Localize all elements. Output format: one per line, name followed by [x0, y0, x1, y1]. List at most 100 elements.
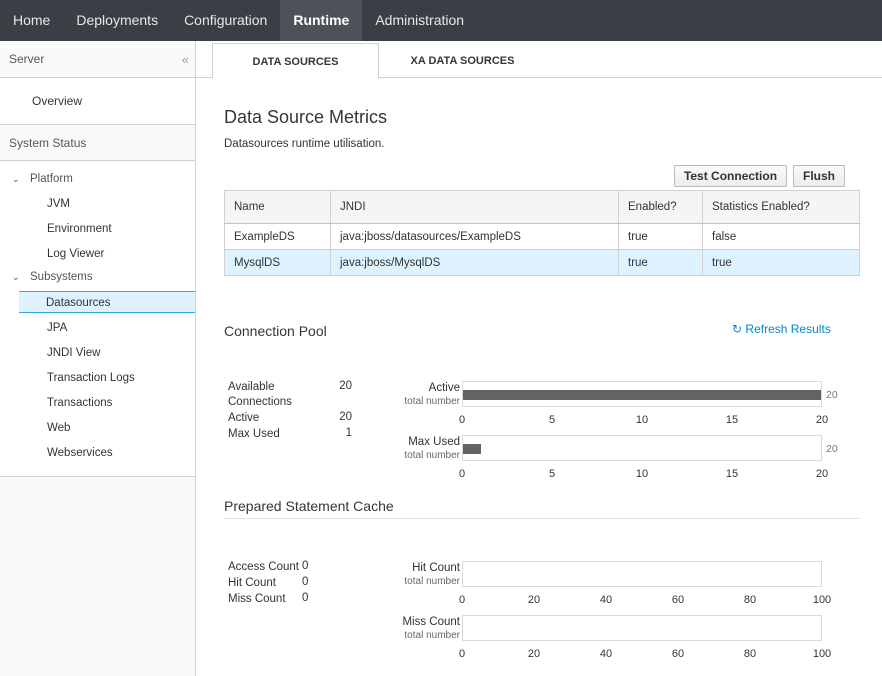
axis-tick-label: 5: [548, 468, 556, 480]
chevron-down-icon[interactable]: ⌄: [12, 266, 22, 288]
cell-name: MysqlDS: [224, 249, 331, 276]
column-header-name[interactable]: Name: [224, 190, 331, 224]
sidebar-item-web[interactable]: Web: [47, 417, 70, 439]
bar-active-max: 20: [826, 389, 838, 401]
axis-tick-label: 10: [635, 468, 649, 480]
bar-miss-count-label: Miss Count: [402, 616, 460, 628]
column-header-enabled[interactable]: Enabled?: [618, 190, 703, 224]
column-header-jndi[interactable]: JNDI: [330, 190, 619, 224]
bar-max-used-label: Max Used: [408, 436, 460, 448]
sidebar-item-transactions[interactable]: Transactions: [47, 392, 112, 414]
axis-tick-label: 20: [815, 468, 829, 480]
column-header-statistics-enabled[interactable]: Statistics Enabled?: [702, 190, 860, 224]
datasources-table: Name JNDI Enabled? Statistics Enabled? E…: [224, 190, 860, 276]
axis-tick-label: 100: [812, 594, 832, 606]
chevron-down-icon[interactable]: ⌄: [12, 168, 22, 190]
stat-active-value: 20: [339, 411, 352, 423]
bar-max-used-fill: [463, 444, 481, 454]
cell-statistics-enabled: true: [702, 249, 860, 276]
axis-tick-label: 15: [725, 414, 739, 426]
refresh-results-label: Refresh Results: [745, 322, 831, 336]
bar-active-fill: [463, 390, 821, 400]
tab-data-sources[interactable]: DATA SOURCES: [212, 43, 379, 79]
sidebar-item-transaction-logs[interactable]: Transaction Logs: [47, 367, 135, 389]
connection-pool-title: Connection Pool: [224, 323, 327, 339]
axis-tick-label: 20: [815, 414, 829, 426]
sidebar-item-jndi-view[interactable]: JNDI View: [47, 342, 100, 364]
prepared-statement-cache-title: Prepared Statement Cache: [224, 498, 394, 514]
page-subtitle: Datasources runtime utilisation.: [224, 138, 385, 150]
axis-tick-label: 60: [671, 594, 685, 606]
bar-max-used-track: [462, 435, 822, 461]
table-header-row: Name JNDI Enabled? Statistics Enabled?: [224, 190, 860, 224]
sidebar-section-system-status: System Status: [0, 125, 195, 161]
table-row[interactable]: ExampleDS java:jboss/datasources/Example…: [224, 223, 860, 250]
refresh-icon: ↻: [732, 322, 743, 336]
stat-available-connections-value: 20: [339, 380, 352, 392]
nav-administration[interactable]: Administration: [362, 0, 477, 41]
sidebar-item-jvm[interactable]: JVM: [47, 193, 70, 215]
stat-access-count-value: 0: [302, 560, 309, 572]
axis-tick-label: 20: [527, 648, 541, 660]
sidebar-item-environment[interactable]: Environment: [47, 218, 112, 240]
nav-deployments[interactable]: Deployments: [63, 0, 171, 41]
stat-max-used-value: 1: [345, 427, 352, 439]
bar-hit-count-sublabel: total number: [404, 576, 460, 587]
flush-button[interactable]: Flush: [793, 165, 845, 187]
bar-active-sublabel: total number: [404, 396, 460, 407]
main-content: DATA SOURCES XA DATA SOURCES Data Source…: [196, 41, 882, 676]
tree-group-platform[interactable]: ⌄ Platform: [12, 168, 73, 190]
stat-access-count-label: Access Count: [228, 561, 299, 573]
cell-jndi: java:jboss/MysqlDS: [330, 249, 619, 276]
double-chevron-left-icon[interactable]: «: [182, 41, 189, 78]
nav-configuration[interactable]: Configuration: [171, 0, 280, 41]
cell-name: ExampleDS: [224, 223, 331, 250]
bar-active-track: [462, 381, 822, 407]
axis-tick-label: 40: [599, 594, 613, 606]
sidebar-item-datasources[interactable]: Datasources: [19, 291, 195, 313]
tree-group-label: Subsystems: [30, 271, 93, 283]
sidebar-item-jpa[interactable]: JPA: [47, 317, 67, 339]
refresh-results-link[interactable]: ↻ Refresh Results: [732, 322, 831, 336]
axis-tick-label: 5: [548, 414, 556, 426]
cell-jndi: java:jboss/datasources/ExampleDS: [330, 223, 619, 250]
axis-tick-label: 100: [812, 648, 832, 660]
section-divider: [224, 518, 860, 519]
bar-active-label: Active: [428, 382, 460, 394]
sidebar-tree: ⌄ Platform JVM Environment Log Viewer ⌄ …: [0, 161, 195, 477]
sidebar-item-overview[interactable]: Overview: [0, 78, 195, 125]
sidebar-header-label: Server: [9, 52, 45, 66]
axis-tick-label: 80: [743, 648, 757, 660]
stat-available-connections-label: Available Connections: [228, 381, 292, 408]
axis-tick-label: 15: [725, 468, 739, 480]
cell-enabled: true: [618, 223, 703, 250]
axis-tick-label: 40: [599, 648, 613, 660]
bar-max-used-sublabel: total number: [404, 450, 460, 461]
nav-home[interactable]: Home: [0, 0, 63, 41]
bar-miss-count-track: [462, 615, 822, 641]
cell-statistics-enabled: false: [702, 223, 860, 250]
sidebar-header: Server «: [0, 41, 195, 78]
top-nav: Home Deployments Configuration Runtime A…: [0, 0, 882, 41]
bar-hit-count-track: [462, 561, 822, 587]
stat-hit-count-label: Hit Count: [228, 577, 276, 589]
axis-tick-label: 60: [671, 648, 685, 660]
bar-miss-count-sublabel: total number: [404, 630, 460, 641]
bar-hit-count-label: Hit Count: [412, 562, 460, 574]
tab-xa-data-sources[interactable]: XA DATA SOURCES: [379, 43, 546, 79]
nav-runtime[interactable]: Runtime: [280, 0, 363, 41]
stat-active-label: Active: [228, 412, 260, 424]
tree-group-subsystems[interactable]: ⌄ Subsystems: [12, 266, 93, 288]
sidebar-item-log-viewer[interactable]: Log Viewer: [47, 243, 104, 265]
table-row-selected[interactable]: MysqlDS java:jboss/MysqlDS true true: [224, 249, 860, 276]
page-title: Data Source Metrics: [224, 107, 388, 127]
tab-bar: DATA SOURCES XA DATA SOURCES: [196, 41, 882, 79]
axis-tick-label: 10: [635, 414, 649, 426]
sidebar-item-webservices[interactable]: Webservices: [47, 442, 113, 464]
test-connection-button[interactable]: Test Connection: [674, 165, 787, 187]
axis-tick-label: 0: [458, 414, 466, 426]
stat-miss-count-value: 0: [302, 592, 309, 604]
bar-max-used-max: 20: [826, 443, 838, 455]
stat-hit-count-value: 0: [302, 576, 309, 588]
stat-max-used-label: Max Used: [228, 428, 280, 440]
